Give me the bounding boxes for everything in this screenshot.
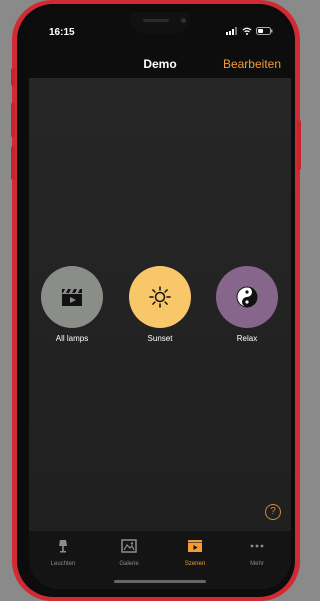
scene-label: Relax [236,334,258,343]
help-button[interactable]: ? [265,504,281,520]
scene-sunset-circle[interactable] [129,266,191,328]
scene-label: Sunset [147,334,173,343]
scene-sunset[interactable]: Sunset [128,266,192,343]
status-bar: 16:15 [29,12,291,48]
notch [130,12,190,34]
lamp-icon [59,540,67,553]
more-icon [250,544,264,548]
scene-all-lamps-circle[interactable] [41,266,103,328]
app-screen: 16:15 Demo Bearbeiten All lamps Sunset R… [29,12,291,589]
edit-button[interactable]: Bearbeiten [223,57,281,71]
scene-all-lamps[interactable]: All lamps [40,266,104,343]
silent-switch [11,68,15,86]
power-button [297,120,301,170]
battery-icon [256,27,273,35]
scene-label: All lamps [55,334,89,343]
scene-relax-circle[interactable] [216,266,278,328]
scene-relax[interactable]: Relax [215,266,279,343]
volume-down-button [11,146,15,180]
tab-mehr[interactable]: Mehr [227,539,287,567]
tab-label: Mehr [250,561,264,567]
tab-label: Szenen [184,561,206,567]
navigation-bar: Demo Bearbeiten [29,48,291,78]
home-indicator [114,580,206,583]
yin-yang-icon [236,286,258,308]
speaker [143,19,169,22]
gallery-icon [121,539,137,553]
tab-label: Galerie [119,561,139,567]
scenes-icon [188,540,202,552]
clapperboard-icon [62,289,82,306]
front-camera [181,18,186,23]
tab-szenen[interactable]: Szenen [165,539,225,567]
status-time: 16:15 [49,27,75,38]
signal-icon [226,27,237,35]
volume-up-button [11,103,15,137]
sun-icon [149,286,171,308]
status-icons [226,27,273,35]
tab-galerie[interactable]: Galerie [99,539,159,567]
tab-leuchten[interactable]: Leuchten [33,539,93,567]
wifi-icon [242,27,252,35]
tab-label: Leuchten [50,561,76,567]
